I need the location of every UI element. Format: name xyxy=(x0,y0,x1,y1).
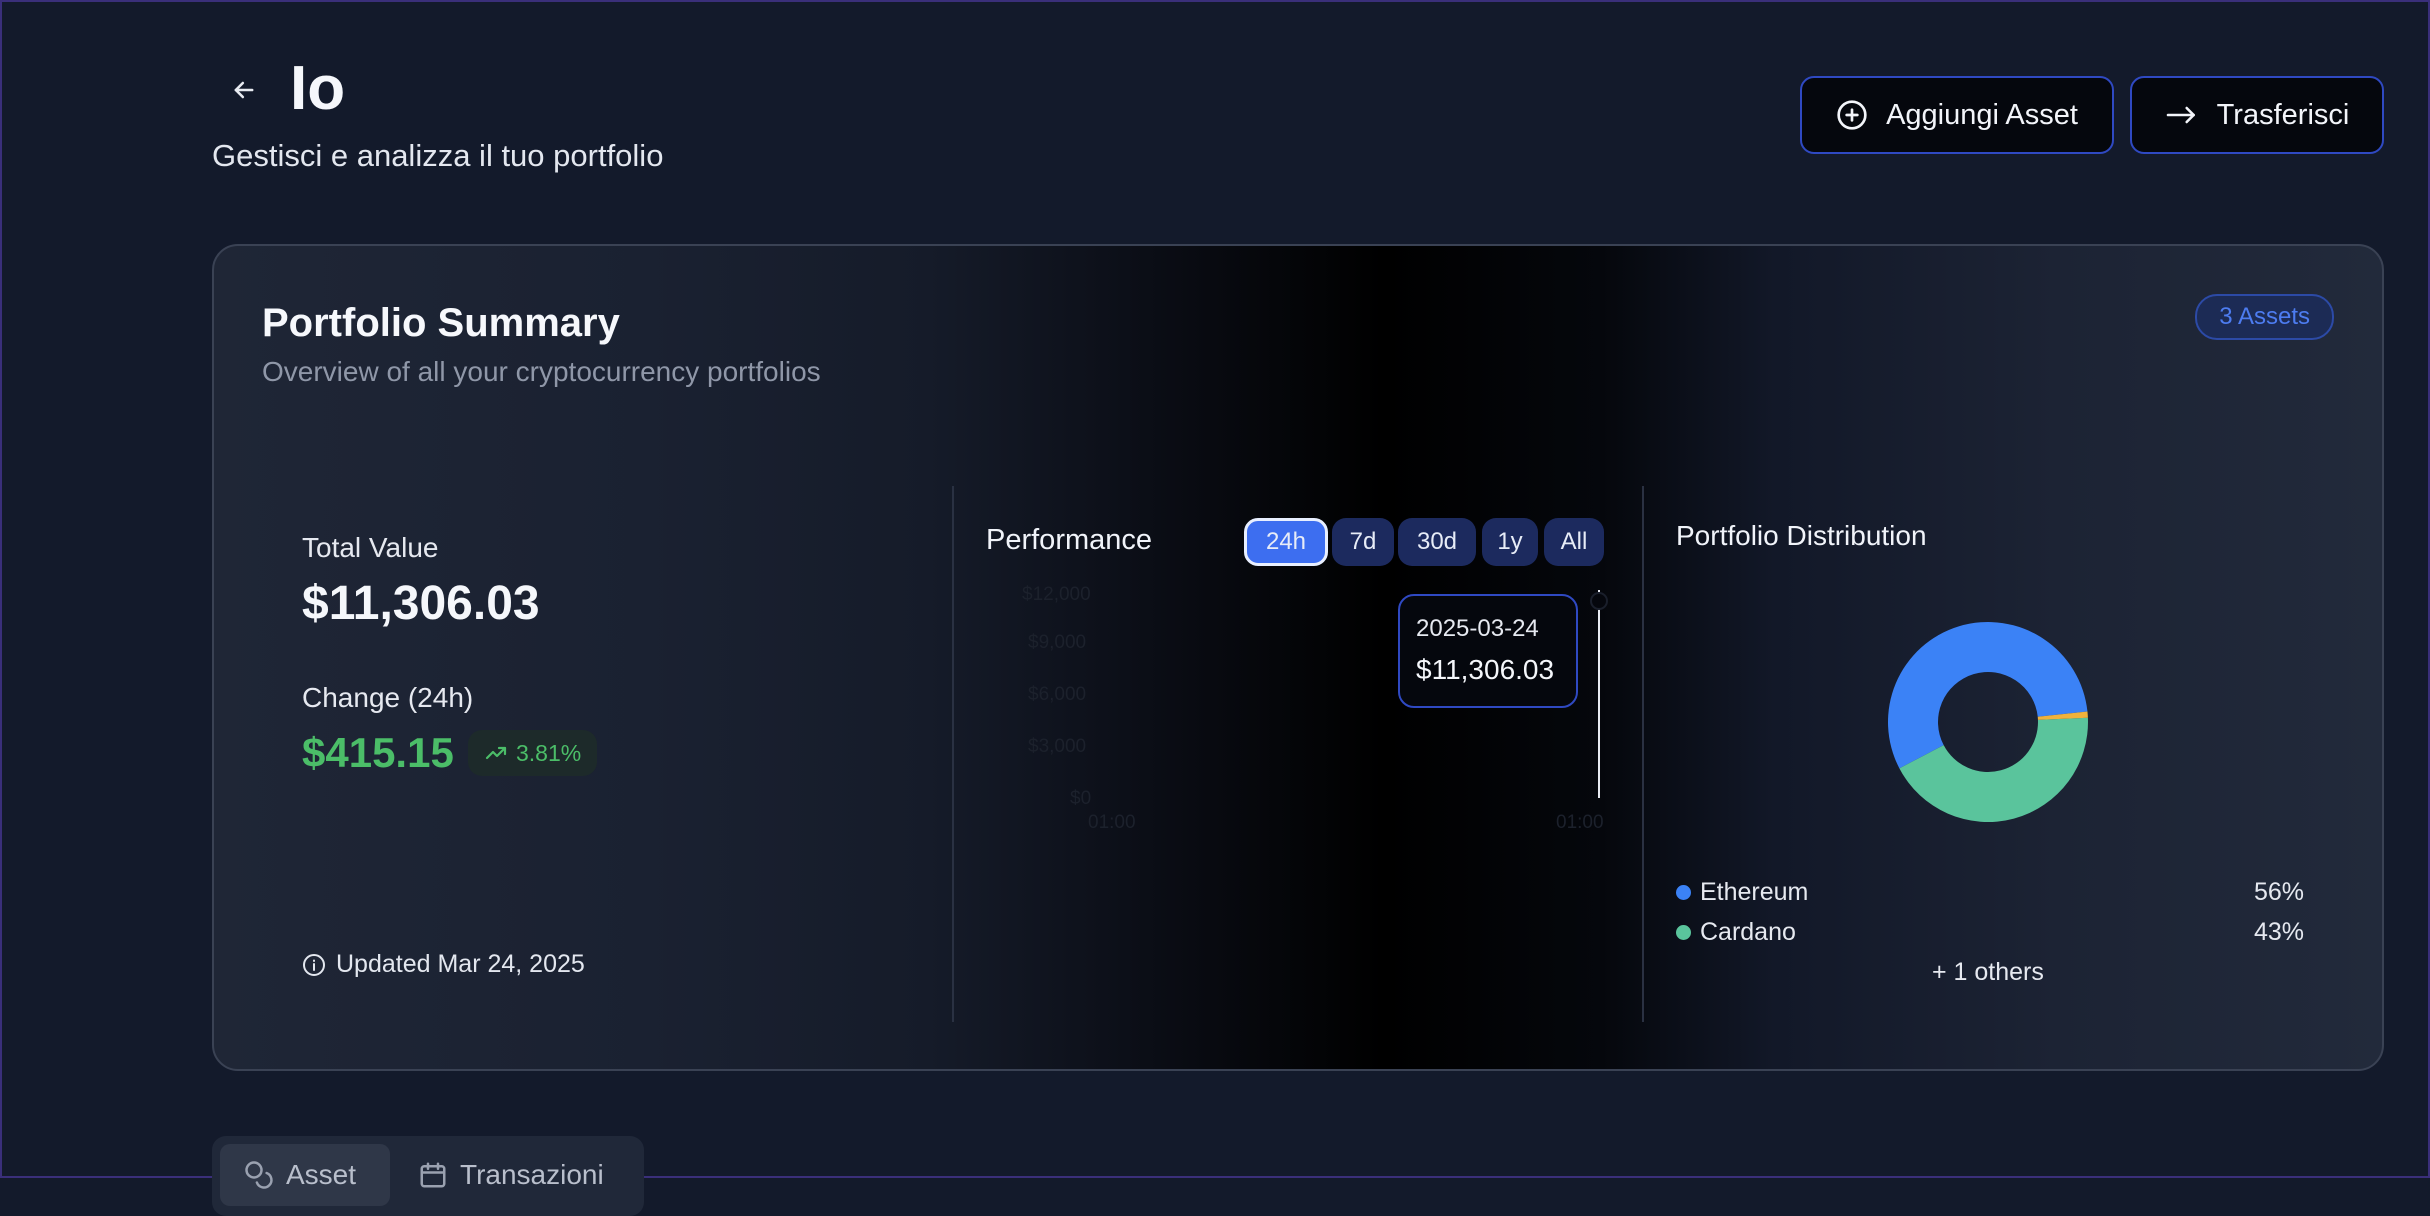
updated-text: Updated Mar 24, 2025 xyxy=(336,950,585,978)
back-button[interactable] xyxy=(220,66,268,114)
card-title: Portfolio Summary xyxy=(262,301,620,345)
plus-circle-icon xyxy=(1837,100,1867,130)
distribution-donut-chart xyxy=(1888,622,2088,822)
coins-icon xyxy=(245,1161,273,1189)
portfolio-summary-card: Portfolio Summary Overview of all your c… xyxy=(212,244,2384,1071)
page-title: Io xyxy=(290,54,346,123)
range-24h-button[interactable]: 24h xyxy=(1244,518,1328,566)
change-percent-badge: 3.81% xyxy=(468,730,598,776)
distribution-title: Portfolio Distribution xyxy=(1676,520,1927,551)
legend-name: Cardano xyxy=(1700,918,1796,946)
tooltip-date: 2025-03-24 xyxy=(1416,615,1539,642)
range-1y-button[interactable]: 1y xyxy=(1482,518,1538,566)
updated-info: Updated Mar 24, 2025 xyxy=(302,950,585,979)
total-value: $11,306.03 xyxy=(302,577,540,630)
legend-item: Ethereum 56% xyxy=(1676,878,2304,907)
y-tick-label: $12,000 xyxy=(1022,584,1091,605)
arrow-left-icon xyxy=(234,81,254,99)
range-7d-button[interactable]: 7d xyxy=(1332,518,1394,566)
tab-label: Transazioni xyxy=(460,1159,604,1190)
y-tick-label: $9,000 xyxy=(1028,632,1087,653)
info-icon xyxy=(303,953,325,976)
data-point xyxy=(1590,592,1608,610)
add-asset-button[interactable]: Aggiungi Asset xyxy=(1800,76,2114,154)
y-tick-label: $0 xyxy=(1070,788,1092,809)
range-all-button[interactable]: All xyxy=(1544,518,1604,566)
legend-others: + 1 others xyxy=(1932,958,2044,986)
trending-up-icon xyxy=(485,746,507,760)
column-divider xyxy=(1642,486,1644,1022)
performance-title: Performance xyxy=(986,524,1153,556)
arrow-right-icon xyxy=(2166,106,2195,124)
page-subtitle: Gestisci e analizza il tuo portfolio xyxy=(212,138,664,173)
assets-count-badge: 3 Assets xyxy=(2195,294,2334,340)
y-tick-label: $6,000 xyxy=(1028,684,1087,705)
total-value-label: Total Value xyxy=(302,532,439,563)
x-tick-label: 01:00 xyxy=(1556,812,1604,833)
card-subtitle: Overview of all your cryptocurrency port… xyxy=(262,356,821,387)
change-label: Change (24h) xyxy=(302,682,474,713)
transfer-label: Trasferisci xyxy=(2216,98,2350,131)
range-30d-button[interactable]: 30d xyxy=(1398,518,1476,566)
chart-tooltip: 2025-03-24 $11,306.03 xyxy=(1398,594,1578,708)
transfer-button[interactable]: Trasferisci xyxy=(2130,76,2384,154)
tab-label: Asset xyxy=(286,1159,357,1190)
tooltip-value: $11,306.03 xyxy=(1416,654,1555,685)
change-percent: 3.81% xyxy=(516,739,582,766)
tab-transazioni[interactable]: Transazioni xyxy=(394,1144,638,1206)
x-tick-label: 01:00 xyxy=(1088,812,1136,833)
column-divider xyxy=(952,486,954,1022)
add-asset-label: Aggiungi Asset xyxy=(1886,98,2078,131)
legend-dot xyxy=(1676,885,1691,900)
tab-asset[interactable]: Asset xyxy=(220,1144,390,1206)
calendar-icon xyxy=(420,1162,446,1188)
legend-percent: 56% xyxy=(2253,878,2304,906)
legend-percent: 43% xyxy=(2253,918,2304,946)
legend-dot xyxy=(1676,925,1691,940)
chart-cursor-line xyxy=(1598,590,1600,798)
change-value: $415.15 xyxy=(302,729,454,776)
legend-item: Cardano 43% xyxy=(1676,918,2304,947)
legend-name: Ethereum xyxy=(1700,878,1809,906)
y-tick-label: $3,000 xyxy=(1028,736,1087,757)
